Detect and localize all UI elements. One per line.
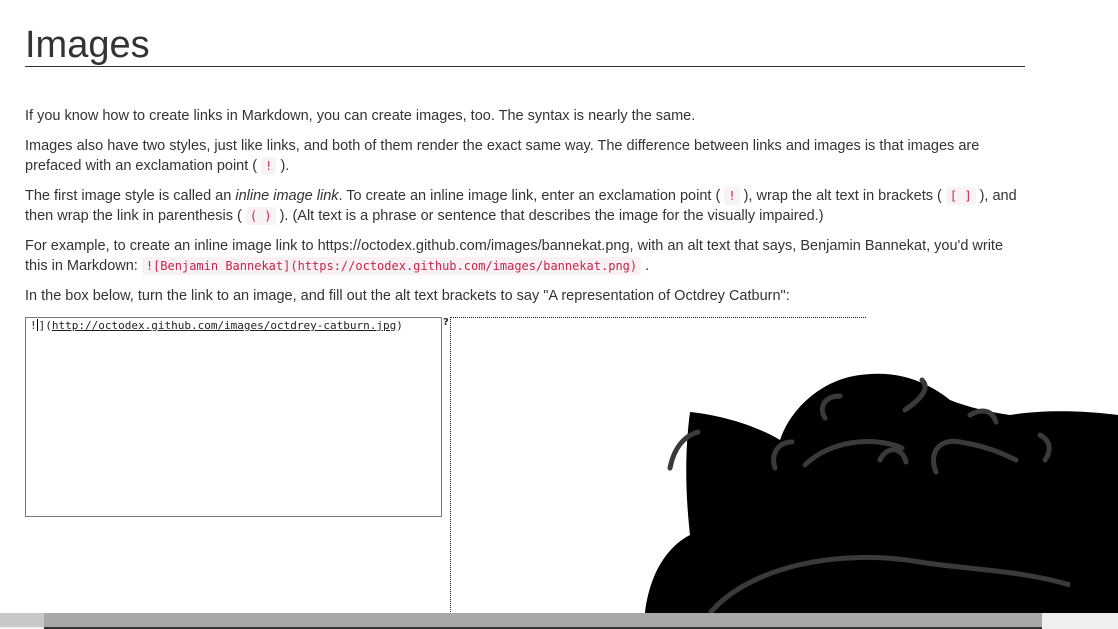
octocat-image [645,373,1118,613]
inline-image-link-term: inline image link [235,188,339,204]
page-title: Images [25,22,1025,67]
parenthesis-code: ( ) [245,207,276,225]
editor-suffix: ) [396,319,403,332]
text-caret [36,319,38,331]
styles-text-b: ). [280,158,290,174]
editor-url: http://octodex.github.com/images/octdrey… [51,319,397,332]
exclamation-code: ! [261,157,277,175]
editor-prefix: ! [30,319,37,332]
exclamation-code: ! [724,187,740,205]
brackets-code: [ ] [945,187,976,205]
example-text-b: . [645,258,650,274]
inline-text-c: ), wrap the alt text in brackets ( [743,188,942,204]
styles-text-a: Images also have two styles, just like l… [25,138,980,174]
editor-bracket-tail: ]( [38,319,52,332]
example-markdown-code: ![Benjamin Bannekat](https://octodex.git… [141,257,642,275]
editor-content[interactable]: !](http://octodex.github.com/images/octd… [30,319,403,333]
instruction-text: In the box below, turn the link to an im… [25,288,790,304]
intro-paragraph: If you know how to create links in Markd… [25,106,1025,126]
inline-text-e: ). (Alt text is a phrase or sentence tha… [279,208,824,224]
scrollbar-end [1042,613,1118,627]
inline-text-a: The first image style is called an [25,188,236,204]
markdown-editor-input[interactable]: !](http://octodex.github.com/images/octd… [25,317,442,517]
horizontal-scrollbar[interactable] [0,613,1118,629]
intro-text: If you know how to create links in Markd… [25,108,696,124]
inline-text-b: . To create an inline image link, enter … [338,188,721,204]
styles-paragraph: Images also have two styles, just like l… [25,136,1025,176]
inline-image-paragraph: The first image style is called an inlin… [25,186,1025,226]
instruction-paragraph: In the box below, turn the link to an im… [25,286,1025,306]
example-paragraph: For example, to create an inline image l… [25,236,1025,276]
scrollbar-thumb[interactable] [44,613,1042,627]
